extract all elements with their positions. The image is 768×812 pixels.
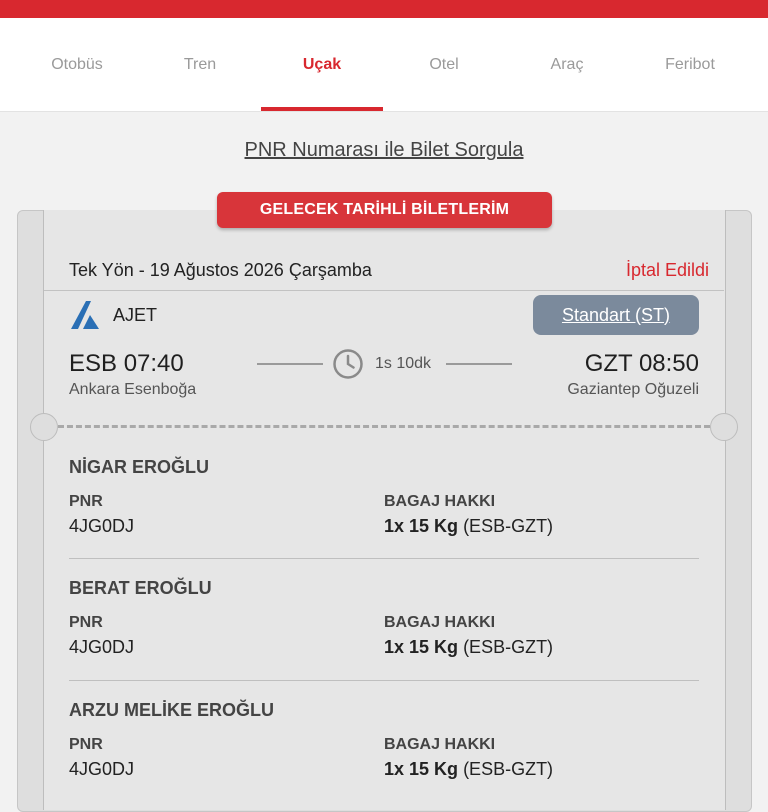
pnr-label: PNR <box>69 493 103 510</box>
departure-city: Ankara Esenboğa <box>69 381 197 398</box>
baggage-amount: 1x 15 Kg <box>384 516 459 536</box>
status-badge: İptal Edildi <box>625 260 709 280</box>
trip-title: Tek Yön - 19 Ağustos 2026 Çarşamba <box>69 260 372 280</box>
ticket-notch-right <box>710 413 738 441</box>
baggage-value: 1x 15 Kg (ESB-GZT) <box>384 516 553 537</box>
tab-arac[interactable]: Araç <box>506 18 628 111</box>
route-line-left <box>257 363 323 365</box>
pnr-value: 4JG0DJ <box>69 516 135 536</box>
divider <box>44 290 724 291</box>
perforation-divider <box>58 425 710 428</box>
tab-otobus[interactable]: Otobüs <box>16 18 138 111</box>
baggage-label: BAGAJ HAKKI <box>384 614 496 631</box>
baggage-route: (ESB-GZT) <box>463 759 554 779</box>
tab-feribot[interactable]: Feribot <box>629 18 751 111</box>
baggage-label: BAGAJ HAKKI <box>384 493 496 510</box>
departure-time: ESB 07:40 <box>69 350 184 377</box>
pnr-value: 4JG0DJ <box>69 637 135 657</box>
passenger-name: BERAT EROĞLU <box>69 578 212 598</box>
tab-otel[interactable]: Otel <box>383 18 505 111</box>
airline-logo-icon <box>69 299 101 331</box>
top-brand-bar <box>0 0 768 18</box>
active-tab-indicator <box>261 107 383 111</box>
baggage-route: (ESB-GZT) <box>463 516 554 536</box>
clock-icon <box>332 348 364 380</box>
tab-tren[interactable]: Tren <box>139 18 261 111</box>
pnr-query-link[interactable]: PNR Numarası ile Bilet Sorgula <box>0 139 768 162</box>
tab-ucak[interactable]: Uçak <box>261 18 383 111</box>
baggage-value: 1x 15 Kg (ESB-GZT) <box>384 759 553 780</box>
pnr-value: 4JG0DJ <box>69 759 135 779</box>
divider <box>69 558 699 559</box>
baggage-amount: 1x 15 Kg <box>384 637 459 657</box>
transport-tabs: Otobüs Tren Uçak Otel Araç Feribot <box>0 18 768 112</box>
baggage-route: (ESB-GZT) <box>463 637 554 657</box>
passenger-name: ARZU MELİKE EROĞLU <box>69 700 274 720</box>
baggage-label: BAGAJ HAKKI <box>384 736 496 753</box>
arrival-time: GZT 08:50 <box>584 350 699 377</box>
pnr-label: PNR <box>69 736 103 753</box>
passenger-name: NİGAR EROĞLU <box>69 457 210 477</box>
divider <box>69 680 699 681</box>
flight-duration: 1s 10dk <box>375 355 432 372</box>
route-line-right <box>446 363 512 365</box>
ticket-notch-left <box>30 413 58 441</box>
airline-name: AJET <box>113 305 158 325</box>
future-tickets-header: GELECEK TARİHLİ BİLETLERİM <box>217 192 552 228</box>
pnr-label: PNR <box>69 614 103 631</box>
fare-class-button[interactable]: Standart (ST) <box>533 295 699 335</box>
arrival-city: Gaziantep Oğuzeli <box>567 381 699 398</box>
baggage-value: 1x 15 Kg (ESB-GZT) <box>384 637 553 658</box>
baggage-amount: 1x 15 Kg <box>384 759 459 779</box>
